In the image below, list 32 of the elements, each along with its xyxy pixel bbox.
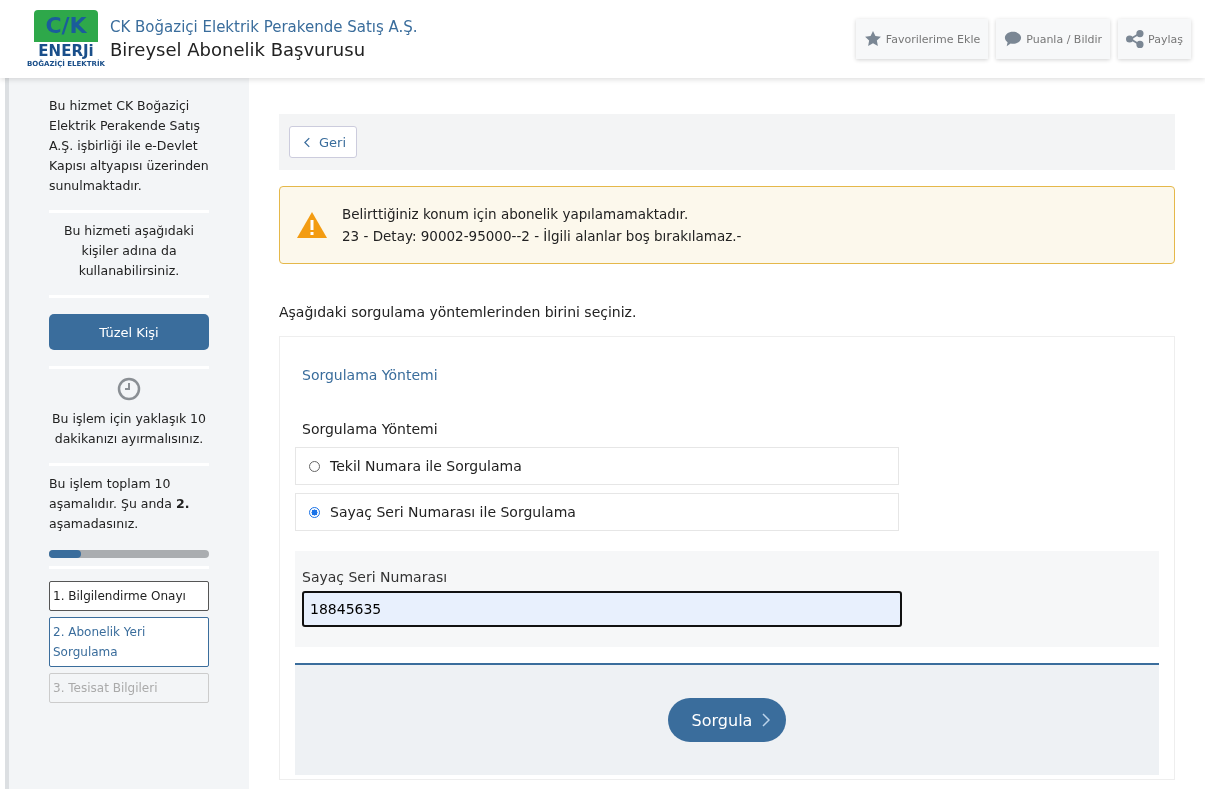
radio-option[interactable]: Tekil Numara ile Sorgulama [295, 447, 899, 485]
warning-icon [296, 211, 328, 239]
alert-message: 23 - Detay: 90002-95000--2 - İlgili alanlar boş bırakılamaz.- [342, 227, 742, 246]
progress-text: Bu işlem toplam 10 aşamalıdır. Şu anda 2. aşamadasınız. [49, 475, 191, 533]
comment-button[interactable]: Puanla / Bildir [996, 19, 1111, 59]
share-icon [1126, 30, 1145, 48]
step-item[interactable]: 1. Bilgilendirme Onayı [49, 581, 209, 611]
radio-button[interactable] [309, 506, 320, 518]
service-info-text: Bu hizmet CK Boğaziçi Elektrik Perakende Satış A.Ş. işbirliği ile e-Devlet Kapısı altyapısı üzerinden sunulmaktadır. [49, 97, 209, 195]
serial-number-field[interactable]: 18845635 [302, 591, 902, 627]
duration-text: Bu işlem için yaklaşık 10 dakikanızı ayırmalısınız. [51, 410, 207, 448]
step-item[interactable]: 2. Abonelik Yeri Sorgulama [49, 617, 209, 667]
page-title: Bireysel Abonelik Başvurusu [110, 39, 367, 60]
speech-bubble-icon [1004, 30, 1023, 48]
on-behalf-text: Bu hizmeti aşağıdaki kişiler adına da kullanabilirsiniz. [62, 222, 196, 280]
instruction-text: Aşağıdaki sorgulama yöntemlerinden birini seçiniz. [279, 304, 638, 320]
section-title: Sorgulama Yöntemi [302, 367, 439, 383]
clock-icon [117, 377, 141, 401]
alert-message: Belirttiğiniz konum için abonelik yapılamamaktadır. [342, 205, 690, 224]
chevron-left-icon [304, 136, 311, 148]
radio-option[interactable]: Sayaç Seri Numarası ile Sorgulama [295, 493, 899, 531]
chevron-right-icon [762, 713, 771, 727]
legal-entity-button[interactable]: Tüzel Kişi [49, 314, 209, 350]
back-button[interactable]: Geri [289, 126, 358, 158]
radio-button[interactable] [309, 460, 320, 472]
star-button[interactable]: Favorilerime Ekle [855, 19, 989, 59]
star-icon [863, 30, 882, 48]
field-label: Sayaç Seri Numarası [302, 569, 449, 585]
company-name: CK Boğaziçi Elektrik Perakende Satış A.Ş. [110, 18, 418, 36]
query-button[interactable]: Sorgula [667, 698, 787, 742]
field-label: Sorgulama Yöntemi [302, 421, 439, 437]
share-button[interactable]: Paylaş [1118, 19, 1191, 59]
